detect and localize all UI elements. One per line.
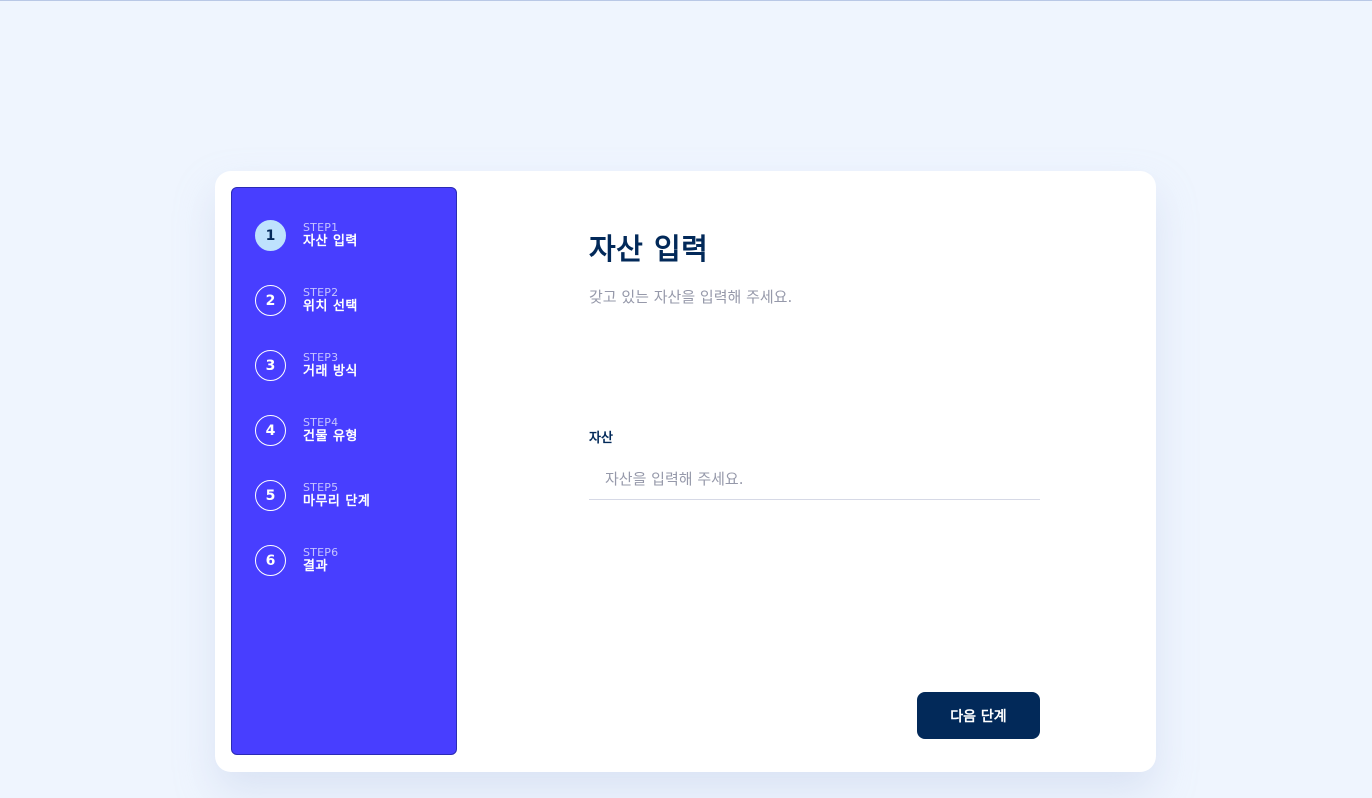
step-label: STEP1 (303, 221, 339, 235)
step-label: STEP2 (303, 286, 339, 300)
sidebar-step-5[interactable]: 5 STEP5 마무리 단계 (255, 479, 456, 512)
step-number-circle: 3 (255, 350, 286, 381)
page-subtitle: 갖고 있는 자산을 입력해 주세요. (589, 288, 793, 306)
step-number-circle: 5 (255, 480, 286, 511)
form-header: 자산 입력 갖고 있는 자산을 입력해 주세요. (589, 226, 1040, 307)
step-label: STEP3 (303, 351, 339, 365)
asset-field-label: 자산 (589, 431, 613, 446)
step-title: 자산 입력 (303, 234, 358, 250)
next-step-button[interactable]: 다음 단계 (917, 692, 1040, 739)
step-title: 건물 유형 (303, 429, 358, 445)
sidebar-step-4[interactable]: 4 STEP4 건물 유형 (255, 414, 456, 447)
step-label: STEP5 (303, 481, 339, 495)
sidebar-step-6[interactable]: 6 STEP6 결과 (255, 544, 456, 577)
step-title: 위치 선택 (303, 299, 358, 315)
page-title: 자산 입력 (589, 232, 709, 266)
sidebar-step-2[interactable]: 2 STEP2 위치 선택 (255, 284, 456, 317)
step-title: 마무리 단계 (303, 494, 371, 510)
step-number-circle: 6 (255, 545, 286, 576)
step-sidebar: 1 STEP1 자산 입력 2 STEP2 위치 선택 3 STEP3 거래 방… (231, 187, 457, 755)
step-title: 거래 방식 (303, 364, 358, 380)
asset-input[interactable] (589, 459, 1040, 500)
sidebar-step-3[interactable]: 3 STEP3 거래 방식 (255, 349, 456, 382)
step-label: STEP6 (303, 546, 339, 560)
step-title: 결과 (303, 559, 328, 575)
step-number-circle: 4 (255, 415, 286, 446)
step-number-circle: 1 (255, 220, 286, 251)
step-label: STEP4 (303, 416, 339, 430)
step-number-circle: 2 (255, 285, 286, 316)
sidebar-step-1[interactable]: 1 STEP1 자산 입력 (255, 219, 456, 252)
form-card: 1 STEP1 자산 입력 2 STEP2 위치 선택 3 STEP3 거래 방… (215, 171, 1156, 772)
